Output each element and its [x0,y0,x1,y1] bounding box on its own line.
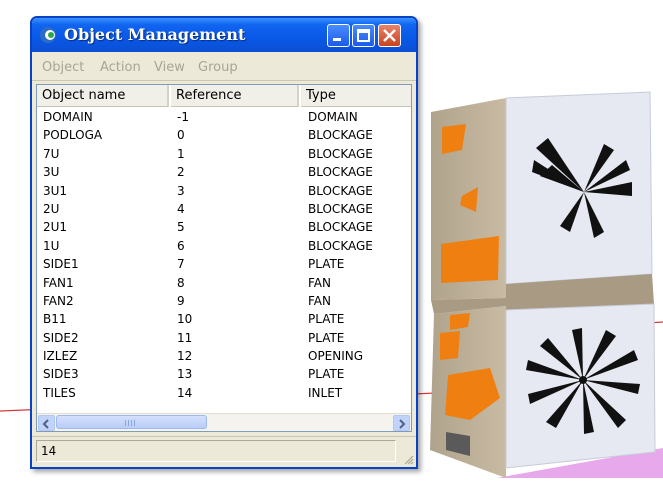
cell-object-name: FAN1 [43,275,74,290]
cell-reference: 11 [177,330,193,345]
cell-type: BLOCKAGE [308,146,373,161]
cell-type: BLOCKAGE [308,128,373,143]
cell-type: PLATE [308,312,345,327]
object-management-window[interactable]: Object Management Object Action View Gro… [30,16,418,469]
opening-5 [440,331,460,360]
cell-type: OPENING [308,349,364,364]
cell-object-name: 2U [43,201,60,216]
table-row[interactable]: B11 10 PLATE [37,311,411,329]
cell-object-name: B11 [43,312,67,327]
cell-object-name: SIDE3 [43,367,79,382]
table-row[interactable]: PODLOGA 0 BLOCKAGE [37,127,411,145]
cell-type: INLET [308,385,343,400]
cell-type: PLATE [308,367,345,382]
column-header-reference[interactable]: Reference [171,85,299,107]
status-count: 14 [41,444,57,458]
cell-reference: 10 [177,312,193,327]
table-row[interactable]: 3U 2 BLOCKAGE [37,164,411,182]
app-icon [40,27,56,43]
cell-type: PLATE [308,257,345,272]
cell-type: BLOCKAGE [308,165,373,180]
column-header-type[interactable]: Type [301,85,411,107]
cell-object-name: DOMAIN [43,110,93,124]
cell-object-name: IZLEZ [43,349,78,364]
table-row[interactable]: 2U1 5 BLOCKAGE [37,219,411,237]
cell-type: DOMAIN [308,110,358,124]
table-row[interactable]: SIDE3 13 PLATE [37,366,411,384]
table-row[interactable]: TILES 14 INLET [37,385,411,403]
cell-type: BLOCKAGE [308,183,373,198]
cell-type: BLOCKAGE [308,238,373,253]
cell-reference: 5 [177,220,185,235]
cell-reference: 6 [177,238,185,253]
cell-reference: 8 [177,275,185,290]
status-panel: 14 [36,440,396,462]
table-row[interactable]: 2U 4 BLOCKAGE [37,201,411,219]
table-row[interactable]: DOMAIN -1 DOMAIN [37,109,411,127]
minimize-icon [333,38,341,41]
resize-grip-icon[interactable] [402,453,414,465]
cell-object-name: SIDE1 [43,257,79,272]
menu-group[interactable]: Group [198,60,238,75]
cell-object-name: SIDE2 [43,330,79,345]
scroll-left-button[interactable] [38,415,55,431]
cell-object-name: 3U1 [43,183,68,198]
cell-reference: 14 [177,385,193,400]
window-title: Object Management [64,25,246,44]
cell-reference: 12 [177,349,193,364]
minimize-button[interactable] [327,24,350,47]
status-bar: 14 [32,436,416,467]
table-row[interactable]: FAN1 8 FAN [37,275,411,293]
column-header-object-name[interactable]: Object name [37,85,169,107]
cell-object-name: PODLOGA [43,128,103,143]
cell-type: BLOCKAGE [308,220,373,235]
cell-type: FAN [308,275,331,290]
object-list[interactable]: Object name Reference Type DOMAIN -1 DOMAI… [36,84,412,432]
cell-reference: 0 [177,128,185,143]
cell-type: PLATE [308,330,345,345]
table-row[interactable]: FAN2 9 FAN [37,293,411,311]
scroll-right-icon [399,419,406,429]
cell-reference: 1 [177,146,185,161]
cell-reference: 9 [177,293,185,308]
table-row[interactable]: SIDE2 11 PLATE [37,330,411,348]
scroll-thumb[interactable] [56,415,207,429]
cell-object-name: 3U [43,165,60,180]
table-row[interactable]: 7U 1 BLOCKAGE [37,146,411,164]
cell-object-name: 2U1 [43,220,68,235]
scroll-left-icon [42,419,49,429]
title-bar[interactable]: Object Management [32,18,416,52]
cell-reference: 4 [177,201,185,216]
close-icon [383,29,396,42]
cell-reference: 2 [177,165,185,180]
table-row[interactable]: SIDE1 7 PLATE [37,256,411,274]
scroll-right-button[interactable] [393,415,410,431]
horizontal-scrollbar[interactable] [37,413,411,431]
menu-view[interactable]: View [154,60,185,75]
opening-3 [441,236,499,283]
table-row[interactable]: IZLEZ 12 OPENING [37,348,411,366]
cell-reference: 3 [177,183,185,198]
menu-bar: Object Action View Group [32,54,416,81]
cell-reference: 13 [177,367,193,382]
cell-type: FAN [308,293,331,308]
cell-type: BLOCKAGE [308,201,373,216]
cell-reference: 7 [177,257,185,272]
list-rows: DOMAIN -1 DOMAIN PODLOGA 0 BLOCKAGE 7U 1 BLOCKAG… [37,109,411,403]
menu-action[interactable]: Action [100,60,141,75]
maximize-icon [357,29,370,42]
maximize-button[interactable] [352,24,375,47]
close-button[interactable] [378,24,401,47]
cell-object-name: FAN2 [43,293,74,308]
cell-object-name: TILES [43,385,76,400]
cell-object-name: 7U [43,146,60,161]
cell-object-name: 1U [43,238,60,253]
menu-object[interactable]: Object [42,60,84,75]
table-row[interactable]: 1U 6 BLOCKAGE [37,238,411,256]
table-row[interactable]: 3U1 3 BLOCKAGE [37,183,411,201]
cell-reference: -1 [177,110,189,124]
